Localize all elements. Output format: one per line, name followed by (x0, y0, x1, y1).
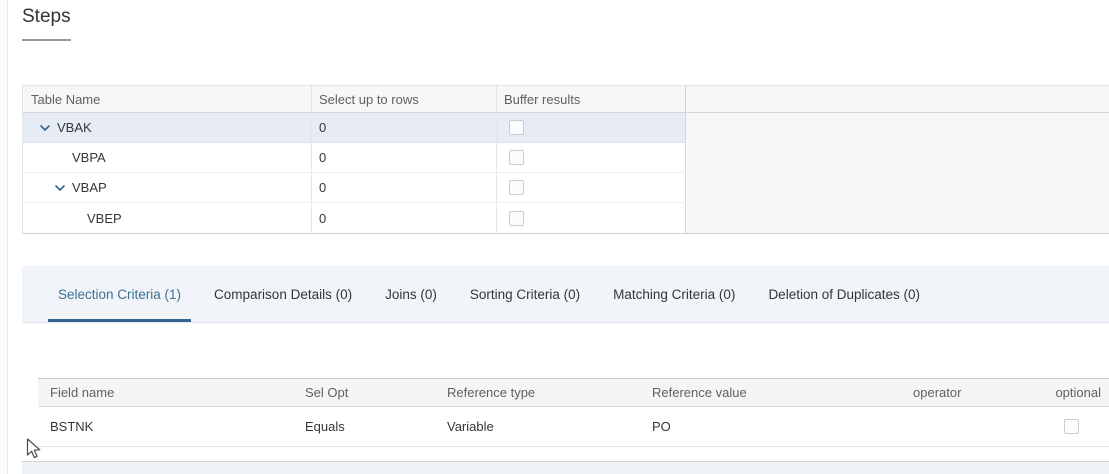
buffer-results-checkbox[interactable] (509, 211, 524, 226)
criteria-cell-optional (1011, 407, 1109, 447)
tab-sorting-criteria[interactable]: Sorting Criteria (0) (460, 266, 590, 322)
column-header-buffer-results[interactable]: Buffer results (497, 85, 686, 113)
tab-deletion-of-duplicates[interactable]: Deletion of Duplicates (0) (758, 266, 930, 322)
tree-node-label: VBEP (87, 211, 122, 226)
tab-joins[interactable]: Joins (0) (375, 266, 447, 322)
column-header-reference-value[interactable]: Reference value (640, 378, 901, 407)
criteria-tabbar: Selection Criteria (1) Comparison Detail… (22, 266, 1109, 323)
column-header-field-name[interactable]: Field name (38, 378, 293, 407)
table-cell-rows-value[interactable]: 0 (312, 203, 497, 233)
criteria-cell-reference-type[interactable]: Variable (435, 407, 640, 447)
tree-node-label: VBAK (57, 120, 92, 135)
table-cell-rows-value[interactable]: 0 (312, 143, 497, 173)
steps-table: Table Name Select up to rows Buffer resu… (22, 85, 1109, 234)
table-row-vbap-name[interactable]: VBAP (22, 173, 312, 203)
criteria-cell-reference-value[interactable]: PO (640, 407, 901, 447)
tab-comparison-details[interactable]: Comparison Details (0) (204, 266, 362, 322)
column-header-filler (686, 85, 1109, 113)
page-title: Steps (22, 6, 71, 28)
buffer-results-checkbox[interactable] (509, 180, 524, 195)
table-filler-area (686, 113, 1109, 233)
buffer-results-checkbox[interactable] (509, 150, 524, 165)
chevron-down-icon[interactable] (37, 122, 53, 134)
table-row-vbep-name[interactable]: VBEP (22, 203, 312, 233)
title-underline (22, 39, 71, 41)
column-header-select-up-to-rows[interactable]: Select up to rows (312, 85, 497, 113)
table-cell-buffer (497, 113, 686, 143)
column-header-sel-opt[interactable]: Sel Opt (293, 378, 435, 407)
criteria-cell-field-name[interactable]: BSTNK (38, 407, 293, 447)
criteria-cell-operator[interactable] (901, 407, 1011, 447)
selection-criteria-table: Field name Sel Opt Reference type Refere… (38, 378, 1109, 447)
optional-checkbox[interactable] (1064, 419, 1079, 434)
criteria-cell-sel-opt[interactable]: Equals (293, 407, 435, 447)
table-row-vbpa-name[interactable]: VBPA (22, 143, 312, 173)
left-panel-edge (0, 0, 8, 474)
buffer-results-checkbox[interactable] (509, 120, 524, 135)
mouse-cursor-icon (26, 438, 44, 467)
table-row-vbak-name[interactable]: VBAK (22, 113, 312, 143)
column-header-reference-type[interactable]: Reference type (435, 378, 640, 407)
tab-matching-criteria[interactable]: Matching Criteria (0) (603, 266, 745, 322)
tab-selection-criteria[interactable]: Selection Criteria (1) (48, 266, 191, 322)
tree-node-label: VBPA (72, 150, 106, 165)
table-cell-buffer (497, 173, 686, 203)
table-cell-rows-value[interactable]: 0 (312, 173, 497, 203)
section-divider-strip (22, 461, 1109, 474)
table-cell-rows-value[interactable]: 0 (312, 113, 497, 143)
chevron-down-icon[interactable] (52, 182, 68, 194)
column-header-table-name[interactable]: Table Name (22, 85, 312, 113)
column-header-optional[interactable]: optional (1011, 378, 1109, 407)
column-header-operator[interactable]: operator (901, 378, 1011, 407)
tree-node-label: VBAP (72, 180, 107, 195)
table-cell-buffer (497, 143, 686, 173)
table-cell-buffer (497, 203, 686, 233)
